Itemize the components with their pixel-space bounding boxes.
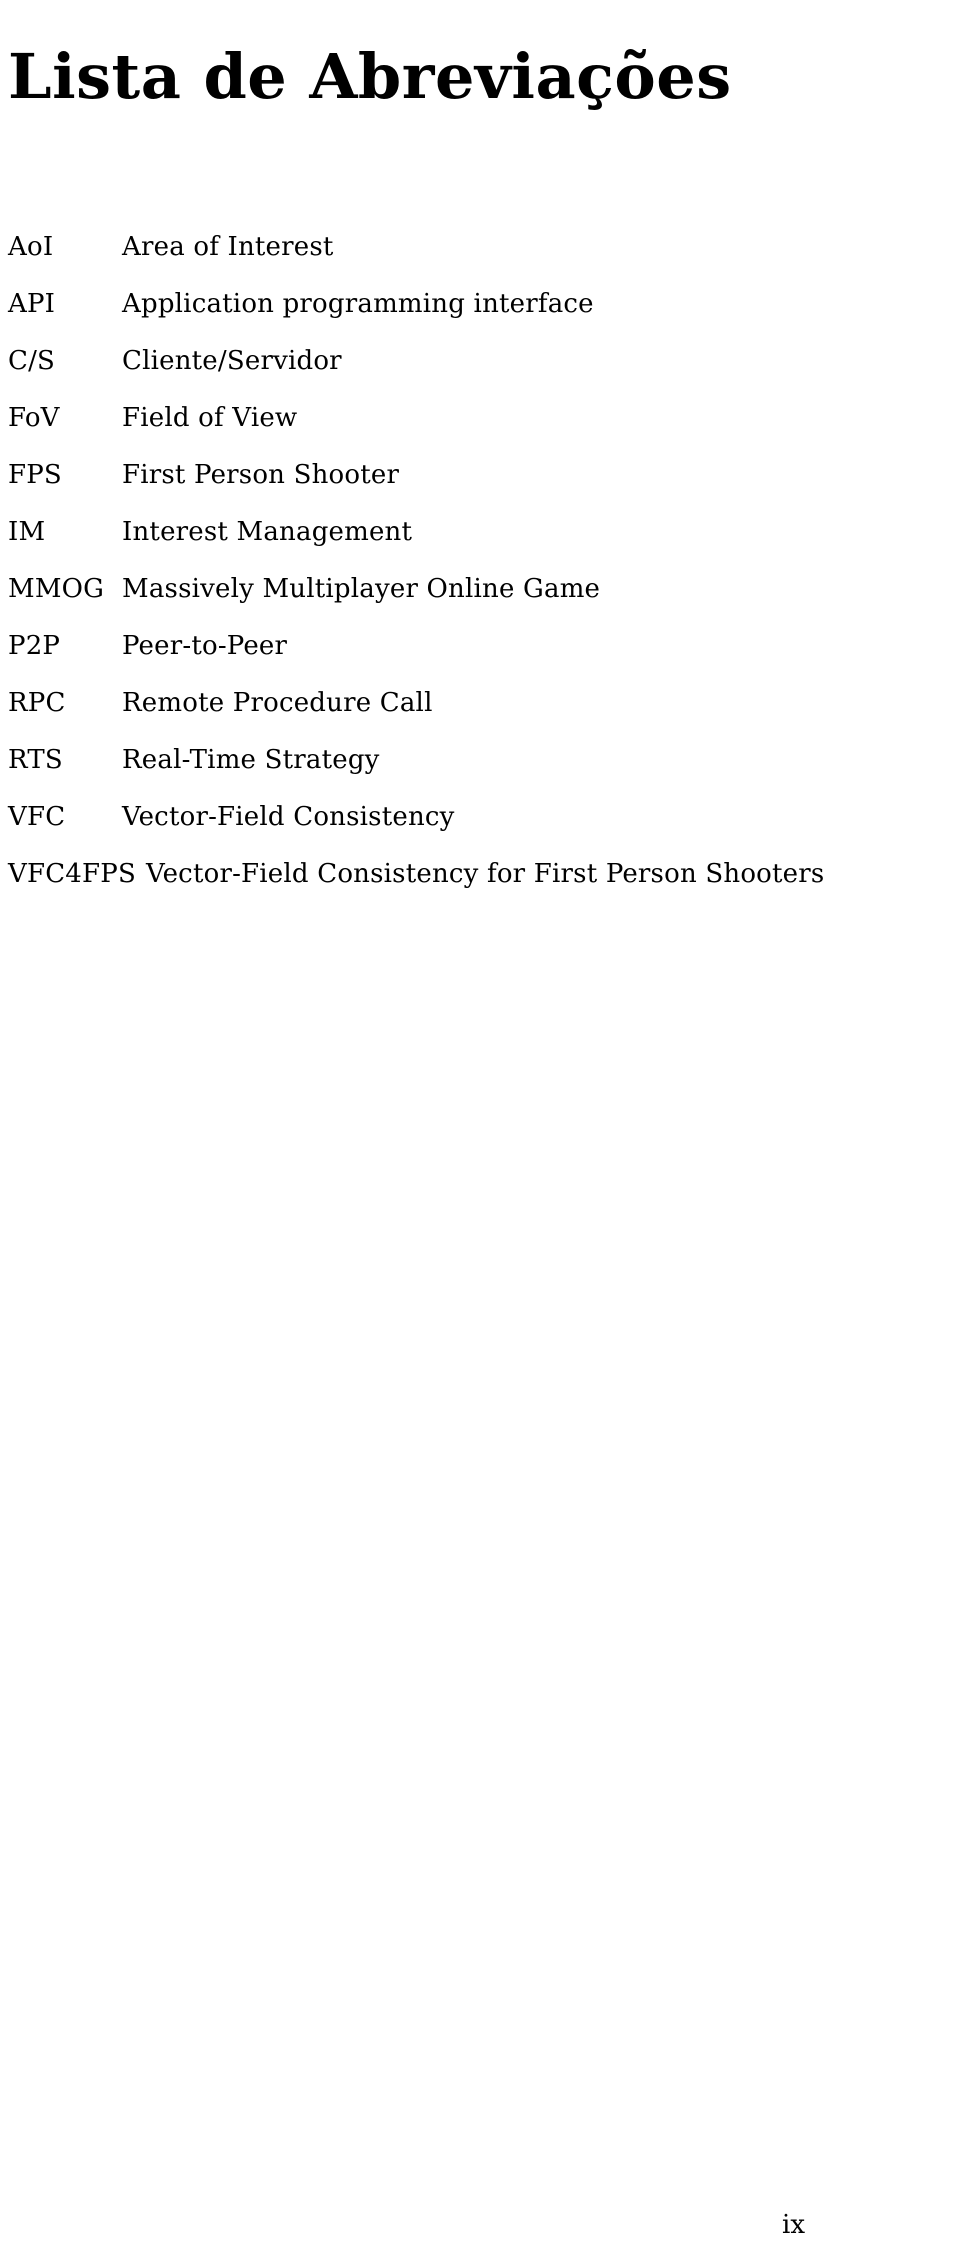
abbreviation-term: C/S bbox=[8, 346, 56, 376]
abbreviation-row: FoV Field of View bbox=[0, 403, 960, 460]
abbreviation-definition: First Person Shooter bbox=[122, 460, 400, 490]
page-title: Lista de Abreviações bbox=[8, 39, 732, 113]
abbreviation-term: RTS bbox=[8, 745, 63, 775]
page-number: ix bbox=[782, 2210, 805, 2240]
abbreviation-term: MMOG bbox=[8, 574, 105, 604]
abbreviation-row: RTS Real-Time Strategy bbox=[0, 745, 960, 802]
abbreviation-term: VFC bbox=[8, 802, 66, 832]
document-page: Lista de Abreviações AoI Area of Interest… bbox=[0, 0, 960, 2245]
abbreviation-row: AoI Area of Interest bbox=[0, 232, 960, 289]
abbreviation-row: RPC Remote Procedure Call bbox=[0, 688, 960, 745]
abbreviation-definition: Application programming interface bbox=[122, 289, 594, 319]
abbreviation-term: VFC4FPS bbox=[8, 859, 136, 889]
abbreviation-term: API bbox=[8, 289, 56, 319]
abbreviation-definition: Peer-to-Peer bbox=[122, 631, 288, 661]
abbreviation-term: P2P bbox=[8, 631, 61, 661]
abbreviation-definition: Interest Management bbox=[122, 517, 413, 547]
abbreviation-definition: Cliente/Servidor bbox=[122, 346, 342, 376]
abbreviation-row: VFC Vector-Field Consistency bbox=[0, 802, 960, 859]
abbreviation-row: C/S Cliente/Servidor bbox=[0, 346, 960, 403]
abbreviation-term: AoI bbox=[8, 232, 54, 262]
abbreviation-definition: Remote Procedure Call bbox=[122, 688, 433, 718]
abbreviation-row: P2P Peer-to-Peer bbox=[0, 631, 960, 688]
abbreviation-row: VFC4FPS Vector-Field Consistency for Firs… bbox=[0, 859, 960, 916]
abbreviation-term: RPC bbox=[8, 688, 66, 718]
abbreviation-term: FPS bbox=[8, 460, 62, 490]
abbreviation-definition: Area of Interest bbox=[122, 232, 334, 262]
abbreviation-row: IM Interest Management bbox=[0, 517, 960, 574]
abbreviation-row: MMOG Massively Multiplayer Online Game bbox=[0, 574, 960, 631]
abbreviation-definition: Real-Time Strategy bbox=[122, 745, 380, 775]
abbreviation-definition: Field of View bbox=[122, 403, 298, 433]
abbreviation-definition: Massively Multiplayer Online Game bbox=[122, 574, 601, 604]
abbreviation-term: FoV bbox=[8, 403, 60, 433]
abbreviation-term: IM bbox=[8, 517, 46, 547]
abbreviation-row: API Application programming interface bbox=[0, 289, 960, 346]
abbreviation-definition: Vector-Field Consistency bbox=[122, 802, 455, 832]
abbreviation-row: FPS First Person Shooter bbox=[0, 460, 960, 517]
abbreviation-list: AoI Area of Interest API Application progra… bbox=[0, 232, 960, 916]
abbreviation-definition: Vector-Field Consistency for First Perso… bbox=[146, 859, 825, 889]
